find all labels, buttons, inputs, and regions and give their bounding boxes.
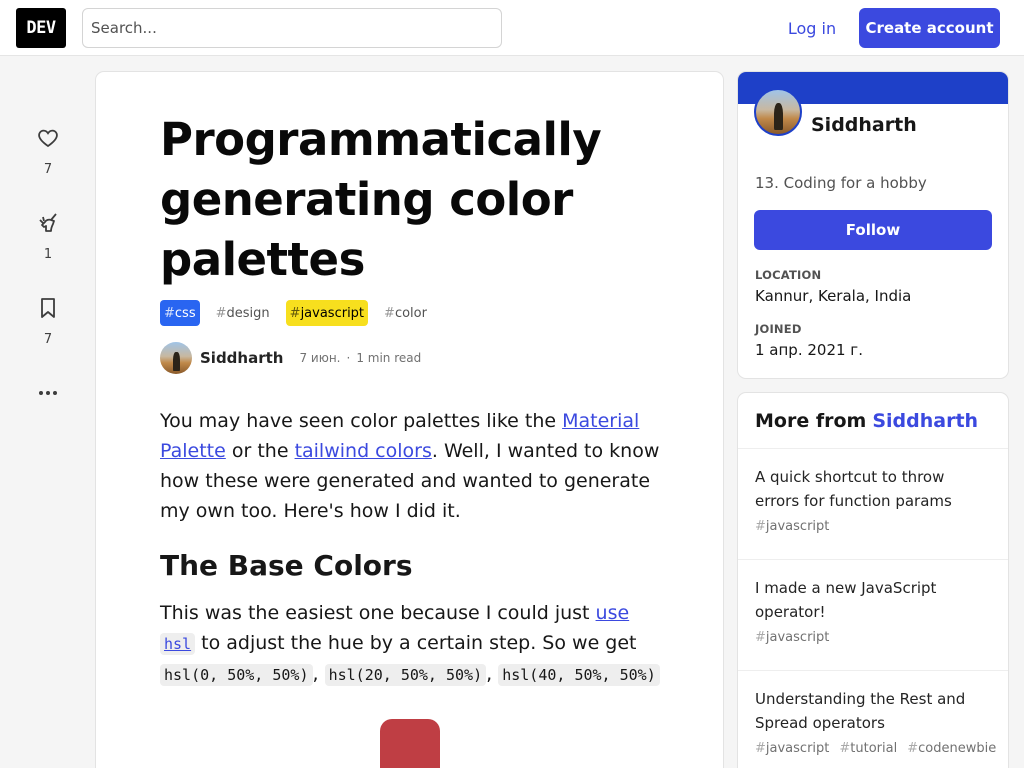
author-profile-card: Siddharth 13. Coding for a hobby Follow … — [738, 72, 1008, 378]
post-tag[interactable]: #javascript — [755, 519, 829, 534]
meta-separator: · — [346, 351, 351, 365]
profile-avatar[interactable] — [754, 88, 802, 136]
like-count: 7 — [43, 162, 53, 177]
joined-value: 1 апр. 2021 г. — [755, 341, 863, 359]
read-time: 1 min read — [356, 351, 422, 365]
more-from-card: More from Siddharth A quick shortcut to t… — [738, 393, 1008, 768]
tag-design[interactable]: # design — [212, 300, 274, 326]
create-account-button[interactable]: Create account — [859, 8, 1000, 48]
top-header: DEV Log in Create account — [0, 0, 1024, 56]
code-hsl-0: hsl(0, 50%, 50%) — [160, 664, 313, 686]
tag-color[interactable]: # color — [380, 300, 431, 326]
unicorn-icon — [39, 213, 57, 232]
bookmark-reaction[interactable]: 7 — [28, 296, 68, 347]
base-colors-paragraph: This was the easiest one because I could… — [160, 598, 660, 690]
like-reaction[interactable]: 7 — [28, 126, 68, 177]
location-label: LOCATION — [755, 268, 822, 282]
bookmark-icon — [41, 298, 55, 318]
profile-bio: 13. Coding for a hobby — [755, 174, 927, 192]
tag-javascript[interactable]: # javascript — [285, 300, 369, 326]
list-item[interactable]: Understanding the Rest and Spread operat… — [738, 671, 1008, 768]
article-title: Programmatically generating color palett… — [160, 113, 602, 286]
post-date: 7 июн. — [299, 351, 341, 365]
more-from-author-link[interactable]: Siddharth — [872, 410, 978, 432]
author-avatar[interactable] — [160, 342, 192, 374]
post-title[interactable]: I made a new JavaScript operator! — [755, 576, 991, 624]
article-body: You may have seen color palettes like th… — [160, 406, 660, 690]
color-swatch — [380, 719, 440, 768]
intro-paragraph: You may have seen color palettes like th… — [160, 410, 660, 522]
tailwind-colors-link[interactable]: tailwind colors — [295, 440, 432, 462]
post-tag[interactable]: #javascript — [755, 741, 829, 756]
list-item[interactable]: A quick shortcut to throw errors for fun… — [738, 449, 1008, 560]
profile-name[interactable]: Siddharth — [811, 114, 917, 136]
post-title[interactable]: A quick shortcut to throw errors for fun… — [755, 465, 991, 513]
author-name[interactable]: Siddharth — [200, 349, 283, 367]
section-heading: The Base Colors — [160, 549, 413, 582]
unicorn-reaction[interactable]: 1 — [28, 211, 68, 262]
bookmark-count: 7 — [43, 332, 53, 347]
search-input[interactable] — [82, 8, 502, 48]
post-tag[interactable]: #javascript — [755, 630, 829, 645]
unicorn-count: 1 — [43, 247, 53, 262]
heart-icon — [38, 129, 58, 148]
more-options[interactable] — [28, 381, 68, 405]
more-dots-icon — [39, 391, 57, 395]
code-hsl-20: hsl(20, 50%, 50%) — [324, 664, 487, 686]
list-item[interactable]: I made a new JavaScript operator! #javas… — [738, 560, 1008, 671]
post-tag[interactable]: #tutorial — [839, 741, 897, 756]
joined-label: JOINED — [755, 322, 802, 336]
post-tag[interactable]: #codenewbie — [907, 741, 996, 756]
location-value: Kannur, Kerala, India — [755, 287, 912, 305]
login-link[interactable]: Log in — [776, 8, 848, 48]
code-hsl-40: hsl(40, 50%, 50%) — [498, 664, 660, 686]
more-from-heading: More from Siddharth — [738, 393, 1008, 449]
follow-button[interactable]: Follow — [754, 210, 992, 250]
article-tags: # css # design # javascript # color — [160, 300, 431, 326]
article-card: Programmatically generating color palett… — [96, 72, 723, 768]
dev-logo[interactable]: DEV — [16, 8, 66, 48]
tag-css[interactable]: # css — [160, 300, 200, 326]
post-title[interactable]: Understanding the Rest and Spread operat… — [755, 687, 991, 735]
author-meta: Siddharth 7 июн. · 1 min read — [160, 342, 421, 374]
